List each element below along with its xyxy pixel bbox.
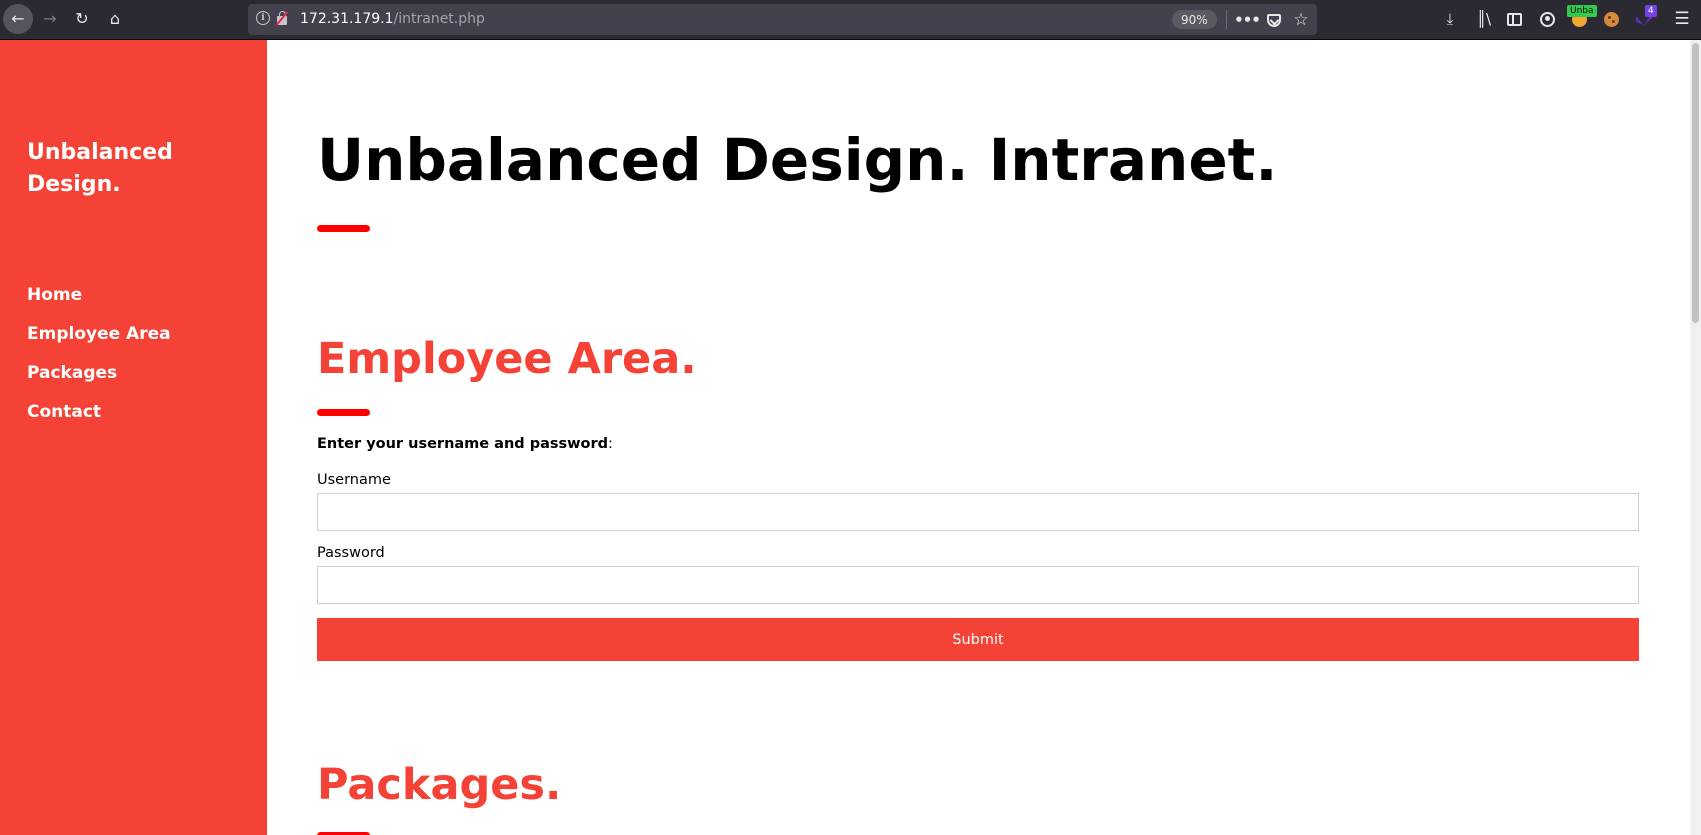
- forward-arrow-icon[interactable]: →: [35, 4, 65, 34]
- home-icon[interactable]: ⌂: [100, 4, 130, 34]
- nav-link-contact[interactable]: Contact: [27, 393, 171, 432]
- hamburger-menu-icon[interactable]: ☰: [1669, 4, 1695, 34]
- main-content: Unbalanced Design. Intranet. Employee Ar…: [317, 40, 1639, 835]
- page-content: Unbalanced Design. Home Employee Area Pa…: [0, 40, 1701, 835]
- sidebar-icon[interactable]: [1501, 4, 1527, 34]
- address-bar[interactable]: i 172.31.179.1/intranet.php 90% ••• ☆: [248, 4, 1317, 35]
- account-icon[interactable]: [1534, 4, 1560, 34]
- password-label: Password: [317, 545, 385, 561]
- browser-toolbar: ← → ↻ ⌂ i 172.31.179.1/intranet.php 90% …: [0, 0, 1701, 40]
- page-title: Unbalanced Design. Intranet.: [317, 126, 1278, 194]
- star-icon[interactable]: ☆: [1289, 8, 1313, 32]
- login-instructions: Enter your username and password:: [317, 436, 613, 452]
- nav-link-employee-area[interactable]: Employee Area: [27, 315, 171, 354]
- download-icon[interactable]: ⤓: [1437, 4, 1463, 34]
- username-label: Username: [317, 472, 391, 488]
- password-input[interactable]: [317, 566, 1639, 604]
- username-input[interactable]: [317, 493, 1639, 531]
- library-icon[interactable]: ║\: [1471, 4, 1497, 34]
- sidebar: Unbalanced Design. Home Employee Area Pa…: [0, 40, 267, 835]
- submit-button[interactable]: Submit: [317, 618, 1639, 661]
- url-text[interactable]: 172.31.179.1/intranet.php: [300, 11, 485, 27]
- employee-area-heading: Employee Area.: [317, 334, 697, 384]
- more-actions-icon[interactable]: •••: [1234, 8, 1261, 32]
- title-underline: [317, 225, 370, 232]
- reload-icon[interactable]: ↻: [67, 4, 97, 34]
- sidebar-nav: Home Employee Area Packages Contact: [27, 276, 171, 432]
- cookie-icon[interactable]: [1598, 4, 1624, 34]
- url-path: /intranet.php: [393, 11, 485, 27]
- zoom-level-badge[interactable]: 90%: [1172, 10, 1217, 29]
- brand-logo-text[interactable]: Unbalanced Design.: [27, 137, 247, 201]
- url-separator: [1226, 10, 1227, 29]
- extension-count-badge: 4: [1645, 5, 1657, 17]
- nav-link-home[interactable]: Home: [27, 276, 171, 315]
- instructions-bold-text: Enter your username and password: [317, 436, 609, 452]
- insecure-lock-icon[interactable]: [275, 11, 289, 26]
- back-arrow-icon[interactable]: ←: [3, 4, 33, 34]
- section-underline: [317, 409, 370, 416]
- nav-link-packages[interactable]: Packages: [27, 354, 171, 393]
- pocket-icon[interactable]: [1262, 8, 1286, 32]
- extension-badge: Unba: [1567, 5, 1597, 17]
- url-host: 172.31.179.1: [300, 11, 394, 27]
- scrollbar-thumb[interactable]: [1692, 43, 1699, 323]
- packages-heading: Packages.: [317, 760, 562, 810]
- instructions-suffix: :: [608, 436, 613, 452]
- info-icon[interactable]: i: [256, 11, 270, 25]
